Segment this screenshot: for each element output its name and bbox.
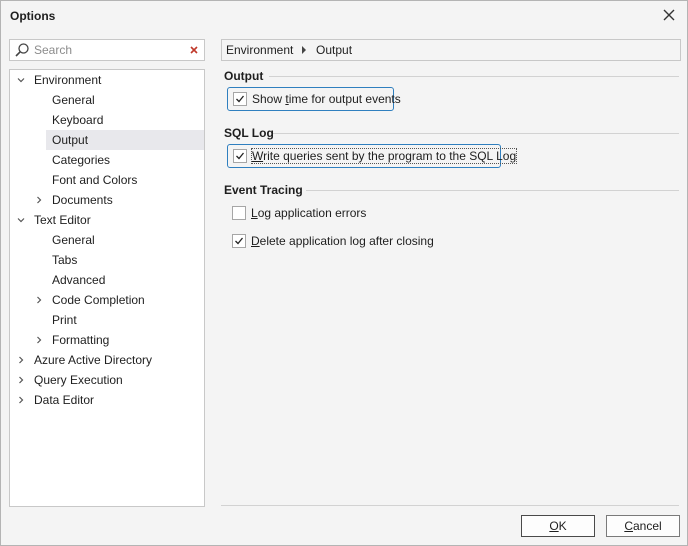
chevron-down-icon[interactable] xyxy=(16,75,26,85)
checkmark-icon xyxy=(236,152,245,160)
checkbox-label: Show time for output events xyxy=(252,92,401,106)
tree-item-environment-general[interactable]: General xyxy=(10,90,204,110)
tree-item-query-execution[interactable]: Query Execution xyxy=(10,370,204,390)
tree-item-tabs[interactable]: Tabs xyxy=(10,250,204,270)
chevron-right-icon[interactable] xyxy=(16,355,26,365)
tree-item-text-editor[interactable]: Text Editor xyxy=(10,210,204,230)
section-title-event-tracing: Event Tracing xyxy=(224,183,303,197)
checkmark-icon xyxy=(235,237,244,245)
tree-item-label: Print xyxy=(52,313,77,327)
tree-item-label: Tabs xyxy=(52,253,78,267)
delete-log-checkbox[interactable]: Delete application log after closing xyxy=(227,229,447,253)
chevron-right-icon[interactable] xyxy=(16,375,26,385)
breadcrumb: Environment Output xyxy=(221,39,681,61)
checkmark-icon xyxy=(236,95,245,103)
chevron-right-icon[interactable] xyxy=(34,335,44,345)
close-button[interactable] xyxy=(661,7,677,23)
checkbox-label: Delete application log after closing xyxy=(251,234,434,248)
ok-button[interactable]: OK xyxy=(521,515,595,537)
write-queries-checkbox[interactable]: Write queries sent by the program to the… xyxy=(227,144,518,168)
breadcrumb-output: Output xyxy=(316,43,353,57)
chevron-right-icon[interactable] xyxy=(34,295,44,305)
tree-item-categories[interactable]: Categories xyxy=(10,150,204,170)
tree-item-documents[interactable]: Documents xyxy=(10,190,204,210)
checkbox-box[interactable] xyxy=(232,234,246,248)
search-input[interactable] xyxy=(34,41,184,59)
tree-item-label: Query Execution xyxy=(34,373,123,387)
section-title-sql-log: SQL Log xyxy=(224,126,274,140)
tree-item-label: Keyboard xyxy=(52,113,104,127)
checkbox-box[interactable] xyxy=(233,149,247,163)
tree-item-label: Environment xyxy=(34,73,102,87)
tree-item-label: Code Completion xyxy=(52,293,145,307)
dialog-title: Options xyxy=(10,9,56,23)
tree-item-advanced[interactable]: Advanced xyxy=(10,270,204,290)
section-title-output: Output xyxy=(224,69,264,83)
tree-item-azure-active-directory[interactable]: Azure Active Directory xyxy=(10,350,204,370)
checkbox-box[interactable] xyxy=(233,92,247,106)
tree-item-label: General xyxy=(52,93,95,107)
show-time-checkbox[interactable]: Show time for output events xyxy=(227,87,401,111)
tree-item-font-and-colors[interactable]: Font and Colors xyxy=(10,170,204,190)
settings-tree: Environment General Keyboard Output Cate… xyxy=(9,69,205,507)
search-box[interactable] xyxy=(9,39,205,61)
tree-item-data-editor[interactable]: Data Editor xyxy=(10,390,204,410)
tree-item-label: General xyxy=(52,233,95,247)
checkbox-label: Write queries sent by the program to the… xyxy=(250,148,518,164)
tree-item-label: Output xyxy=(52,133,89,147)
tree-item-environment[interactable]: Environment xyxy=(10,70,204,90)
title-bar: Options xyxy=(1,1,687,31)
section-divider xyxy=(269,76,679,77)
breadcrumb-environment[interactable]: Environment xyxy=(226,43,293,57)
tree-item-label: Text Editor xyxy=(34,213,91,227)
tree-item-code-completion[interactable]: Code Completion xyxy=(10,290,204,310)
chevron-right-icon[interactable] xyxy=(16,395,26,405)
options-dialog: Options Environment General Keyboard xyxy=(0,0,688,546)
footer-divider xyxy=(221,505,679,506)
tree-item-keyboard[interactable]: Keyboard xyxy=(10,110,204,130)
checkbox-box[interactable] xyxy=(232,206,246,220)
tree-item-output[interactable]: Output xyxy=(10,130,204,150)
tree-item-label: Data Editor xyxy=(34,393,95,407)
section-divider xyxy=(306,190,679,191)
tree-item-label: Formatting xyxy=(52,333,110,347)
breadcrumb-separator-icon xyxy=(302,46,306,54)
section-divider xyxy=(273,133,679,134)
tree-item-text-editor-general[interactable]: General xyxy=(10,230,204,250)
chevron-right-icon[interactable] xyxy=(34,195,44,205)
chevron-down-icon[interactable] xyxy=(16,215,26,225)
clear-search-icon[interactable] xyxy=(187,43,201,57)
tree-item-label: Font and Colors xyxy=(52,173,138,187)
tree-item-label: Documents xyxy=(52,193,113,207)
tree-item-formatting[interactable]: Formatting xyxy=(10,330,204,350)
tree-item-label: Azure Active Directory xyxy=(34,353,153,367)
log-errors-checkbox[interactable]: Log application errors xyxy=(227,201,407,225)
tree-item-print[interactable]: Print xyxy=(10,310,204,330)
close-icon xyxy=(663,9,675,21)
tree-item-label: Advanced xyxy=(52,273,106,287)
search-icon xyxy=(15,43,29,57)
tree-item-label: Categories xyxy=(52,153,111,167)
checkbox-label: Log application errors xyxy=(251,206,367,220)
cancel-button[interactable]: Cancel xyxy=(606,515,680,537)
